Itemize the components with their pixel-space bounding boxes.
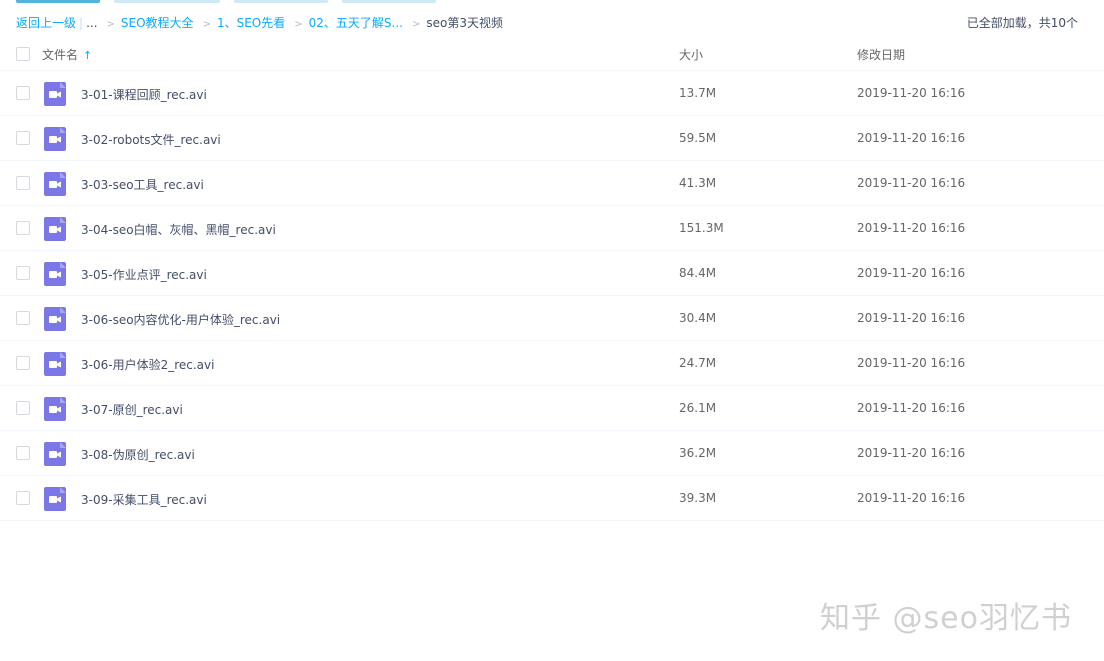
back-link[interactable]: 返回上一级 xyxy=(16,16,76,30)
file-modified-date: 2019-11-20 16:16 xyxy=(857,491,966,505)
video-file-icon xyxy=(44,217,66,241)
file-name[interactable]: 3-01-课程回顾_rec.avi xyxy=(81,86,207,103)
row-checkbox[interactable] xyxy=(16,311,30,325)
video-file-icon xyxy=(44,262,66,286)
video-file-icon xyxy=(44,487,66,511)
video-file-icon xyxy=(44,352,66,376)
file-row[interactable]: 3-09-采集工具_rec.avi 39.3M 2019-11-20 16:16 xyxy=(0,476,1104,521)
top-toolbar-tabs xyxy=(14,0,444,3)
file-name[interactable]: 3-07-原创_rec.avi xyxy=(81,401,183,418)
toolbar-tab-indicator[interactable] xyxy=(234,0,328,3)
file-size: 13.7M xyxy=(679,86,717,100)
row-checkbox[interactable] xyxy=(16,131,30,145)
file-modified-date: 2019-11-20 16:16 xyxy=(857,311,966,325)
row-checkbox[interactable] xyxy=(16,86,30,100)
file-size: 151.3M xyxy=(679,221,724,235)
chevron-right-icon: > xyxy=(294,19,303,30)
file-size: 26.1M xyxy=(679,401,717,415)
file-list-header: 文件名 ↑ 大小 修改日期 xyxy=(0,40,1104,71)
row-checkbox[interactable] xyxy=(16,356,30,370)
load-status-text: 已全部加载，共10个 xyxy=(966,16,1078,30)
file-row[interactable]: 3-01-课程回顾_rec.avi 13.7M 2019-11-20 16:16 xyxy=(0,71,1104,116)
column-header-size[interactable]: 大小 xyxy=(679,46,703,63)
file-row[interactable]: 3-06-seo内容优化-用户体验_rec.avi 30.4M 2019-11-… xyxy=(0,296,1104,341)
column-header-date[interactable]: 修改日期 xyxy=(857,46,905,63)
toolbar-tab-indicator[interactable] xyxy=(342,0,436,3)
file-modified-date: 2019-11-20 16:16 xyxy=(857,446,966,460)
file-size: 41.3M xyxy=(679,176,717,190)
column-header-name-label: 文件名 xyxy=(42,48,79,62)
file-size: 30.4M xyxy=(679,311,717,325)
breadcrumb-item[interactable]: 02、五天了解S... xyxy=(309,16,403,30)
file-size: 36.2M xyxy=(679,446,717,460)
file-row[interactable]: 3-06-用户体验2_rec.avi 24.7M 2019-11-20 16:1… xyxy=(0,341,1104,386)
sort-ascending-arrow-icon[interactable]: ↑ xyxy=(83,49,92,62)
file-modified-date: 2019-11-20 16:16 xyxy=(857,221,966,235)
file-row[interactable]: 3-07-原创_rec.avi 26.1M 2019-11-20 16:16 xyxy=(0,386,1104,431)
file-name[interactable]: 3-03-seo工具_rec.avi xyxy=(81,176,204,193)
toolbar-tab-indicator[interactable] xyxy=(16,0,100,3)
file-modified-date: 2019-11-20 16:16 xyxy=(857,131,966,145)
chevron-right-icon: > xyxy=(411,19,421,30)
toolbar-tab-indicator[interactable] xyxy=(114,0,220,3)
file-modified-date: 2019-11-20 16:16 xyxy=(857,266,966,280)
file-size: 59.5M xyxy=(679,131,717,145)
select-all-checkbox[interactable] xyxy=(16,47,30,61)
file-size: 39.3M xyxy=(679,491,717,505)
video-file-icon xyxy=(44,82,66,106)
file-name[interactable]: 3-06-用户体验2_rec.avi xyxy=(81,356,214,373)
breadcrumb-ellipsis[interactable]: ... xyxy=(86,16,97,30)
row-checkbox[interactable] xyxy=(16,446,30,460)
breadcrumb-item[interactable]: 1、SEO先看 xyxy=(217,16,285,30)
breadcrumb-current: seo第3天视频 xyxy=(426,16,503,30)
watermark-text: 知乎 @seo羽忆书 xyxy=(820,601,1072,636)
file-row[interactable]: 3-02-robots文件_rec.avi 59.5M 2019-11-20 1… xyxy=(0,116,1104,161)
column-header-name[interactable]: 文件名 ↑ xyxy=(42,46,92,63)
file-row[interactable]: 3-08-伪原创_rec.avi 36.2M 2019-11-20 16:16 xyxy=(0,431,1104,476)
file-modified-date: 2019-11-20 16:16 xyxy=(857,176,966,190)
video-file-icon xyxy=(44,172,66,196)
file-name[interactable]: 3-04-seo白帽、灰帽、黑帽_rec.avi xyxy=(81,221,276,238)
row-checkbox[interactable] xyxy=(16,221,30,235)
file-name[interactable]: 3-06-seo内容优化-用户体验_rec.avi xyxy=(81,311,280,328)
video-file-icon xyxy=(44,397,66,421)
file-modified-date: 2019-11-20 16:16 xyxy=(857,356,966,370)
row-checkbox[interactable] xyxy=(16,176,30,190)
video-file-icon xyxy=(44,442,66,466)
file-name[interactable]: 3-09-采集工具_rec.avi xyxy=(81,491,207,508)
file-row[interactable]: 3-03-seo工具_rec.avi 41.3M 2019-11-20 16:1… xyxy=(0,161,1104,206)
file-modified-date: 2019-11-20 16:16 xyxy=(857,401,966,415)
row-checkbox[interactable] xyxy=(16,401,30,415)
file-name[interactable]: 3-05-作业点评_rec.avi xyxy=(81,266,207,283)
file-size: 24.7M xyxy=(679,356,717,370)
breadcrumb-divider: | xyxy=(79,16,84,30)
breadcrumb: 返回上一级 |... > SEO教程大全 >1、SEO先看 >02、五天了解S... > se… xyxy=(16,13,1088,33)
file-row[interactable]: 3-04-seo白帽、灰帽、黑帽_rec.avi 151.3M 2019-11-… xyxy=(0,206,1104,251)
row-checkbox[interactable] xyxy=(16,491,30,505)
file-name[interactable]: 3-02-robots文件_rec.avi xyxy=(81,131,221,148)
file-size: 84.4M xyxy=(679,266,717,280)
row-checkbox[interactable] xyxy=(16,266,30,280)
file-name[interactable]: 3-08-伪原创_rec.avi xyxy=(81,446,195,463)
video-file-icon xyxy=(44,307,66,331)
chevron-right-icon: > xyxy=(202,19,211,30)
video-file-icon xyxy=(44,127,66,151)
file-row[interactable]: 3-05-作业点评_rec.avi 84.4M 2019-11-20 16:16 xyxy=(0,251,1104,296)
breadcrumb-item[interactable]: SEO教程大全 xyxy=(121,16,194,30)
file-list: 3-01-课程回顾_rec.avi 13.7M 2019-11-20 16:16… xyxy=(0,71,1104,521)
chevron-right-icon: > xyxy=(106,19,115,30)
file-modified-date: 2019-11-20 16:16 xyxy=(857,86,966,100)
